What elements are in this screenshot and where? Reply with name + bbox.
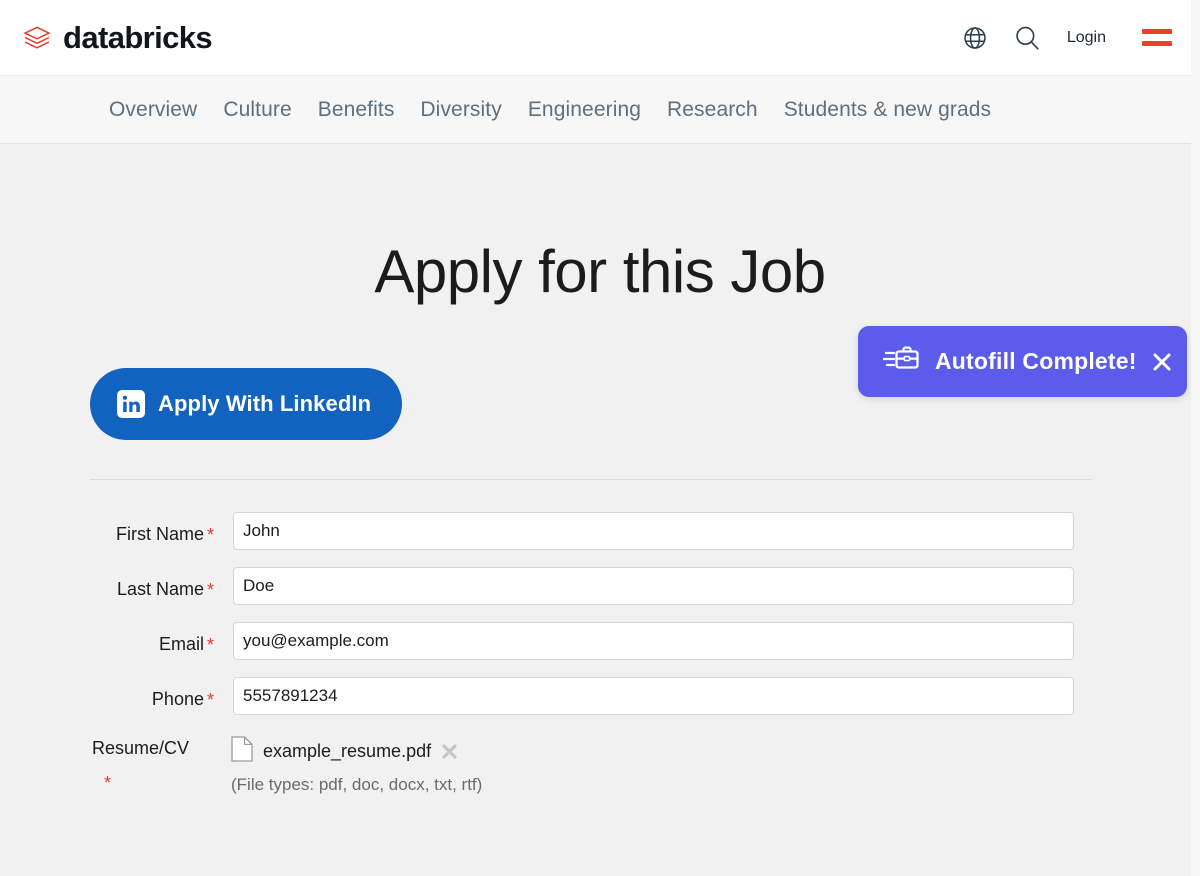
login-link[interactable]: Login xyxy=(1053,29,1124,47)
first-name-label-text: First Name xyxy=(116,524,204,544)
subnav-item-students-new-grads[interactable]: Students & new grads xyxy=(784,98,991,122)
section-divider xyxy=(90,479,1092,480)
last-name-control xyxy=(233,567,1200,605)
brand-logo-link[interactable]: databricks xyxy=(20,21,212,55)
subnav-item-overview[interactable]: Overview xyxy=(109,98,197,122)
first-name-input[interactable] xyxy=(233,512,1074,550)
autofill-complete-toast[interactable]: Autofill Complete! xyxy=(858,326,1187,397)
last-name-input[interactable] xyxy=(233,567,1074,605)
header-actions: Login xyxy=(949,15,1178,61)
required-asterisk: * xyxy=(207,635,214,655)
required-asterisk: * xyxy=(207,525,214,545)
section-navigation: Overview Culture Benefits Diversity Engi… xyxy=(0,75,1200,144)
form-row-first-name: First Name* xyxy=(90,512,1200,550)
site-header: databricks Login xyxy=(0,0,1200,75)
remove-file-icon[interactable] xyxy=(441,743,458,760)
job-application-form: First Name* Last Name* Email* Ph xyxy=(0,512,1200,795)
page-title: Apply for this Job xyxy=(0,237,1200,306)
required-asterisk: * xyxy=(207,690,214,710)
globe-icon[interactable] xyxy=(949,15,1001,61)
file-document-icon xyxy=(231,736,253,767)
form-row-phone: Phone* xyxy=(90,677,1200,715)
apply-with-linkedin-button[interactable]: Apply With LinkedIn xyxy=(90,368,402,440)
subnav-item-engineering[interactable]: Engineering xyxy=(528,98,641,122)
brand-name: databricks xyxy=(63,22,212,53)
resume-control: example_resume.pdf (File types: pdf, doc… xyxy=(231,732,482,795)
uploaded-file-row: example_resume.pdf xyxy=(231,736,482,767)
subnav-item-culture[interactable]: Culture xyxy=(223,98,291,122)
resume-label-text: Resume/CV xyxy=(92,738,189,758)
main-content: Autofill Complete! Apply for this Job Ap… xyxy=(0,144,1200,875)
apply-with-linkedin-label: Apply With LinkedIn xyxy=(158,391,371,417)
required-asterisk: * xyxy=(207,580,214,600)
resume-label: Resume/CV * xyxy=(90,732,214,794)
uploaded-file-name: example_resume.pdf xyxy=(263,741,431,762)
phone-control xyxy=(233,677,1200,715)
email-label-text: Email xyxy=(159,634,204,654)
form-row-resume: Resume/CV * example_resume.pdf xyxy=(90,732,1200,795)
last-name-label-text: Last Name xyxy=(117,579,204,599)
briefcase-autofill-icon xyxy=(883,344,921,379)
email-input[interactable] xyxy=(233,622,1074,660)
email-control xyxy=(233,622,1200,660)
first-name-control xyxy=(233,512,1200,550)
form-row-email: Email* xyxy=(90,622,1200,660)
databricks-stacked-layers-logo-icon xyxy=(20,21,54,55)
first-name-label: First Name* xyxy=(90,512,214,546)
email-label: Email* xyxy=(90,622,214,656)
required-asterisk: * xyxy=(92,773,214,794)
subnav-item-diversity[interactable]: Diversity xyxy=(420,98,501,122)
last-name-label: Last Name* xyxy=(90,567,214,601)
hamburger-bar-2 xyxy=(1142,41,1172,46)
phone-input[interactable] xyxy=(233,677,1074,715)
linkedin-icon xyxy=(117,390,145,418)
autofill-toast-message: Autofill Complete! xyxy=(935,348,1137,375)
close-icon[interactable] xyxy=(1151,349,1173,375)
form-row-last-name: Last Name* xyxy=(90,567,1200,605)
subnav-item-research[interactable]: Research xyxy=(667,98,758,122)
search-icon[interactable] xyxy=(1001,15,1053,61)
hamburger-menu-icon[interactable] xyxy=(1136,18,1178,58)
subnav-item-benefits[interactable]: Benefits xyxy=(318,98,395,122)
hamburger-bar-1 xyxy=(1142,29,1172,34)
phone-label-text: Phone xyxy=(152,689,204,709)
phone-label: Phone* xyxy=(90,677,214,711)
file-types-hint: (File types: pdf, doc, docx, txt, rtf) xyxy=(231,775,482,795)
